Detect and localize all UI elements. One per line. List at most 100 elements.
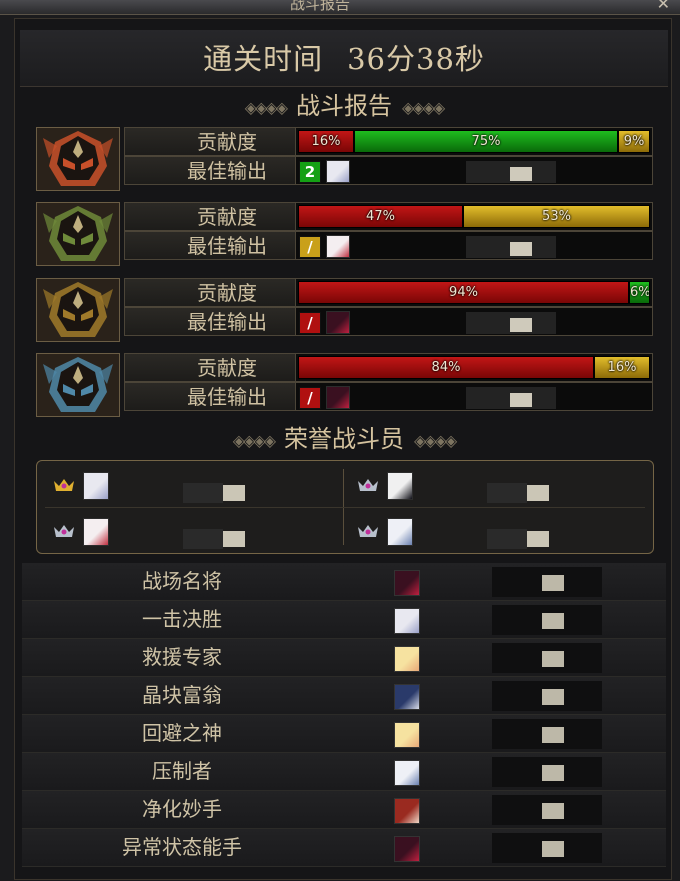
ornament-left-icon: ◈◈◈◈ (232, 430, 276, 450)
award-row: 异常状态能手 (22, 829, 666, 867)
bronze-helm-icon (36, 278, 120, 342)
contribution-segment: 47% (298, 205, 463, 228)
redacted-name (487, 529, 527, 549)
redacted-name (183, 529, 223, 549)
award-name: 压制者 (152, 759, 212, 783)
redacted-name (223, 531, 245, 547)
window-titlebar: 战斗报告 ✕ (0, 0, 680, 15)
award-row: 战场名将 (22, 563, 666, 601)
redacted-name (510, 318, 532, 332)
contribution-segment: 6% (629, 281, 650, 304)
clear-time-banner: 通关时间 36分38秒 (20, 30, 668, 87)
silver-hair-avatar (394, 608, 420, 634)
redacted-name (542, 689, 564, 705)
award-name: 救援专家 (142, 645, 222, 669)
dark-demon-avatar (326, 311, 350, 334)
contribution-segment: 53% (463, 205, 650, 228)
window-title: 战斗报告 (290, 0, 351, 13)
best-output-box: / (295, 231, 653, 260)
silver-crown-icon (54, 525, 74, 537)
redacted-name (527, 485, 549, 501)
crimson-helm-icon (36, 127, 120, 191)
white-hair-avatar (394, 760, 420, 786)
report-heading-text: 战斗报告 (296, 92, 392, 120)
blonde-avatar (394, 722, 420, 748)
silver-crown-icon (358, 479, 378, 491)
silver-hair-avatar (83, 472, 109, 500)
contribution-segment: 16% (298, 130, 354, 153)
award-name: 晶块富翁 (142, 683, 222, 707)
redacted-name (510, 242, 532, 256)
skill-icon: 2 (299, 161, 321, 183)
best-output-box: / (295, 382, 653, 411)
award-row: 一击决胜 (22, 601, 666, 639)
contribution-segment: 84% (298, 356, 594, 379)
contribution-segment: 9% (618, 130, 650, 153)
best-output-box: 2 (295, 156, 653, 185)
player-row: 贡献度 最佳输出 84% 16% / (36, 353, 654, 419)
gold-crown-icon (54, 479, 74, 491)
ornament-left-icon: ◈◈◈◈ (244, 97, 288, 117)
redacted-name (542, 651, 564, 667)
dark-demon-avatar (326, 386, 350, 409)
white-hair-red-eye-avatar (326, 235, 350, 258)
redacted-name (487, 483, 527, 503)
white-hair-avatar (387, 518, 413, 546)
white-hair-red-eye-avatar (83, 518, 109, 546)
player-row: 贡献度 最佳输出 94% 6% / (36, 278, 654, 344)
redacted-name (542, 727, 564, 743)
award-row: 净化妙手 (22, 791, 666, 829)
clear-time-value: 36分38秒 (347, 42, 485, 76)
ornament-right-icon: ◈◈◈◈ (402, 97, 445, 117)
player-row: 贡献度 最佳输出 47% 53% / (36, 202, 654, 268)
redacted-name (542, 575, 564, 591)
award-row: 晶块富翁 (22, 677, 666, 715)
honor-heading-text: 荣誉战斗员 (284, 425, 404, 453)
award-row: 救援专家 (22, 639, 666, 677)
award-row: 压制者 (22, 753, 666, 791)
silver-crown-icon (358, 525, 378, 537)
honor-heading: ◈◈◈◈ 荣誉战斗员 ◈◈◈◈ (20, 423, 668, 455)
black-white-avatar (387, 472, 413, 500)
redacted-name (527, 531, 549, 547)
ornament-right-icon: ◈◈◈◈ (414, 430, 457, 450)
contribution-segment: 94% (298, 281, 629, 304)
award-name: 异常状态能手 (122, 835, 242, 859)
award-row: 回避之神 (22, 715, 666, 753)
dark-demon-avatar (394, 570, 420, 596)
skill-icon: / (299, 387, 321, 409)
skill-icon: / (299, 312, 321, 334)
contribution-bar: 16% 75% 9% (295, 127, 653, 156)
award-name: 一击决胜 (142, 607, 222, 631)
redacted-name (183, 483, 223, 503)
redacted-name (510, 167, 532, 181)
contribution-segment: 16% (594, 356, 650, 379)
report-heading: ◈◈◈◈ 战斗报告 ◈◈◈◈ (20, 90, 668, 122)
contribution-segment: 75% (354, 130, 618, 153)
redacted-name (542, 613, 564, 629)
blonde-avatar (394, 646, 420, 672)
clear-time-label: 通关时间 (203, 42, 324, 76)
contribution-bar: 94% 6% (295, 278, 653, 307)
dark-demon-avatar (394, 836, 420, 862)
contribution-bar: 47% 53% (295, 202, 653, 231)
best-output-box: / (295, 307, 653, 336)
red-hair-avatar (394, 798, 420, 824)
award-list: 战场名将一击决胜救援专家晶块富翁回避之神压制者净化妙手异常状态能手 (22, 563, 666, 867)
skill-icon: / (299, 236, 321, 258)
dark-blue-hair-avatar (394, 684, 420, 710)
azure-helm-icon (36, 353, 120, 417)
jade-helm-icon (36, 202, 120, 266)
close-icon[interactable]: ✕ (657, 0, 670, 13)
player-row: 贡献度 最佳输出 16% 75% 9% 2 (36, 127, 654, 193)
redacted-name (542, 765, 564, 781)
divider (45, 507, 645, 508)
award-name: 回避之神 (142, 721, 222, 745)
redacted-name (510, 393, 532, 407)
redacted-name (542, 841, 564, 857)
contribution-bar: 84% 16% (295, 353, 653, 382)
award-name: 净化妙手 (142, 797, 222, 821)
redacted-name (223, 485, 245, 501)
honor-fighters-box (36, 460, 654, 554)
silver-hair-avatar (326, 160, 350, 183)
